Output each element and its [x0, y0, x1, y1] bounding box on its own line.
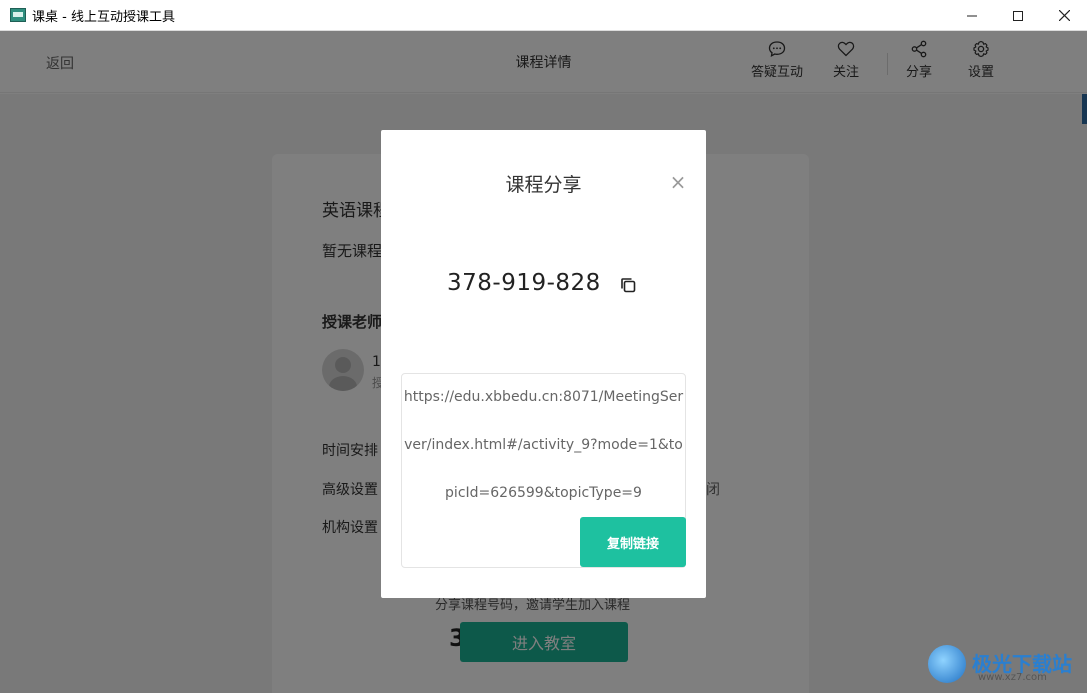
app-icon — [10, 8, 26, 22]
minimize-icon — [967, 15, 977, 16]
copy-link-button[interactable]: 复制链接 — [580, 517, 686, 567]
watermark-text: 极光下载站 — [972, 652, 1072, 676]
minimize-button[interactable] — [949, 0, 995, 31]
close-icon: × — [669, 170, 687, 194]
window-title: 课桌 - 线上互动授课工具 — [32, 9, 175, 25]
window-controls — [949, 0, 1087, 31]
watermark-subtext: www.xz7.com — [978, 672, 1047, 683]
close-icon — [1058, 10, 1070, 21]
window-titlebar: 课桌 - 线上互动授课工具 — [0, 0, 1087, 31]
share-link-line: picId=626599&topicType=9 — [445, 485, 642, 501]
copy-icon[interactable] — [619, 276, 637, 294]
modal-close-button[interactable]: × — [668, 172, 688, 192]
maximize-button[interactable] — [995, 0, 1041, 31]
maximize-icon — [1013, 10, 1023, 21]
share-link-box[interactable]: https://edu.xbbedu.cn:8071/MeetingSer ve… — [401, 373, 686, 568]
share-link-line: https://edu.xbbedu.cn:8071/MeetingSer — [403, 389, 684, 405]
share-link-line: ver/index.html#/activity_9?mode=1&to — [404, 437, 683, 453]
share-modal-title: 课程分享 — [505, 174, 582, 196]
watermark: 极光下载站 www.xz7.com — [928, 640, 1078, 688]
course-code: 378-919-828 — [447, 270, 601, 296]
watermark-logo-icon — [928, 645, 966, 683]
share-modal: 课程分享 × 378-919-828 https://edu.xbbedu.cn… — [381, 130, 706, 598]
close-window-button[interactable] — [1041, 0, 1087, 31]
